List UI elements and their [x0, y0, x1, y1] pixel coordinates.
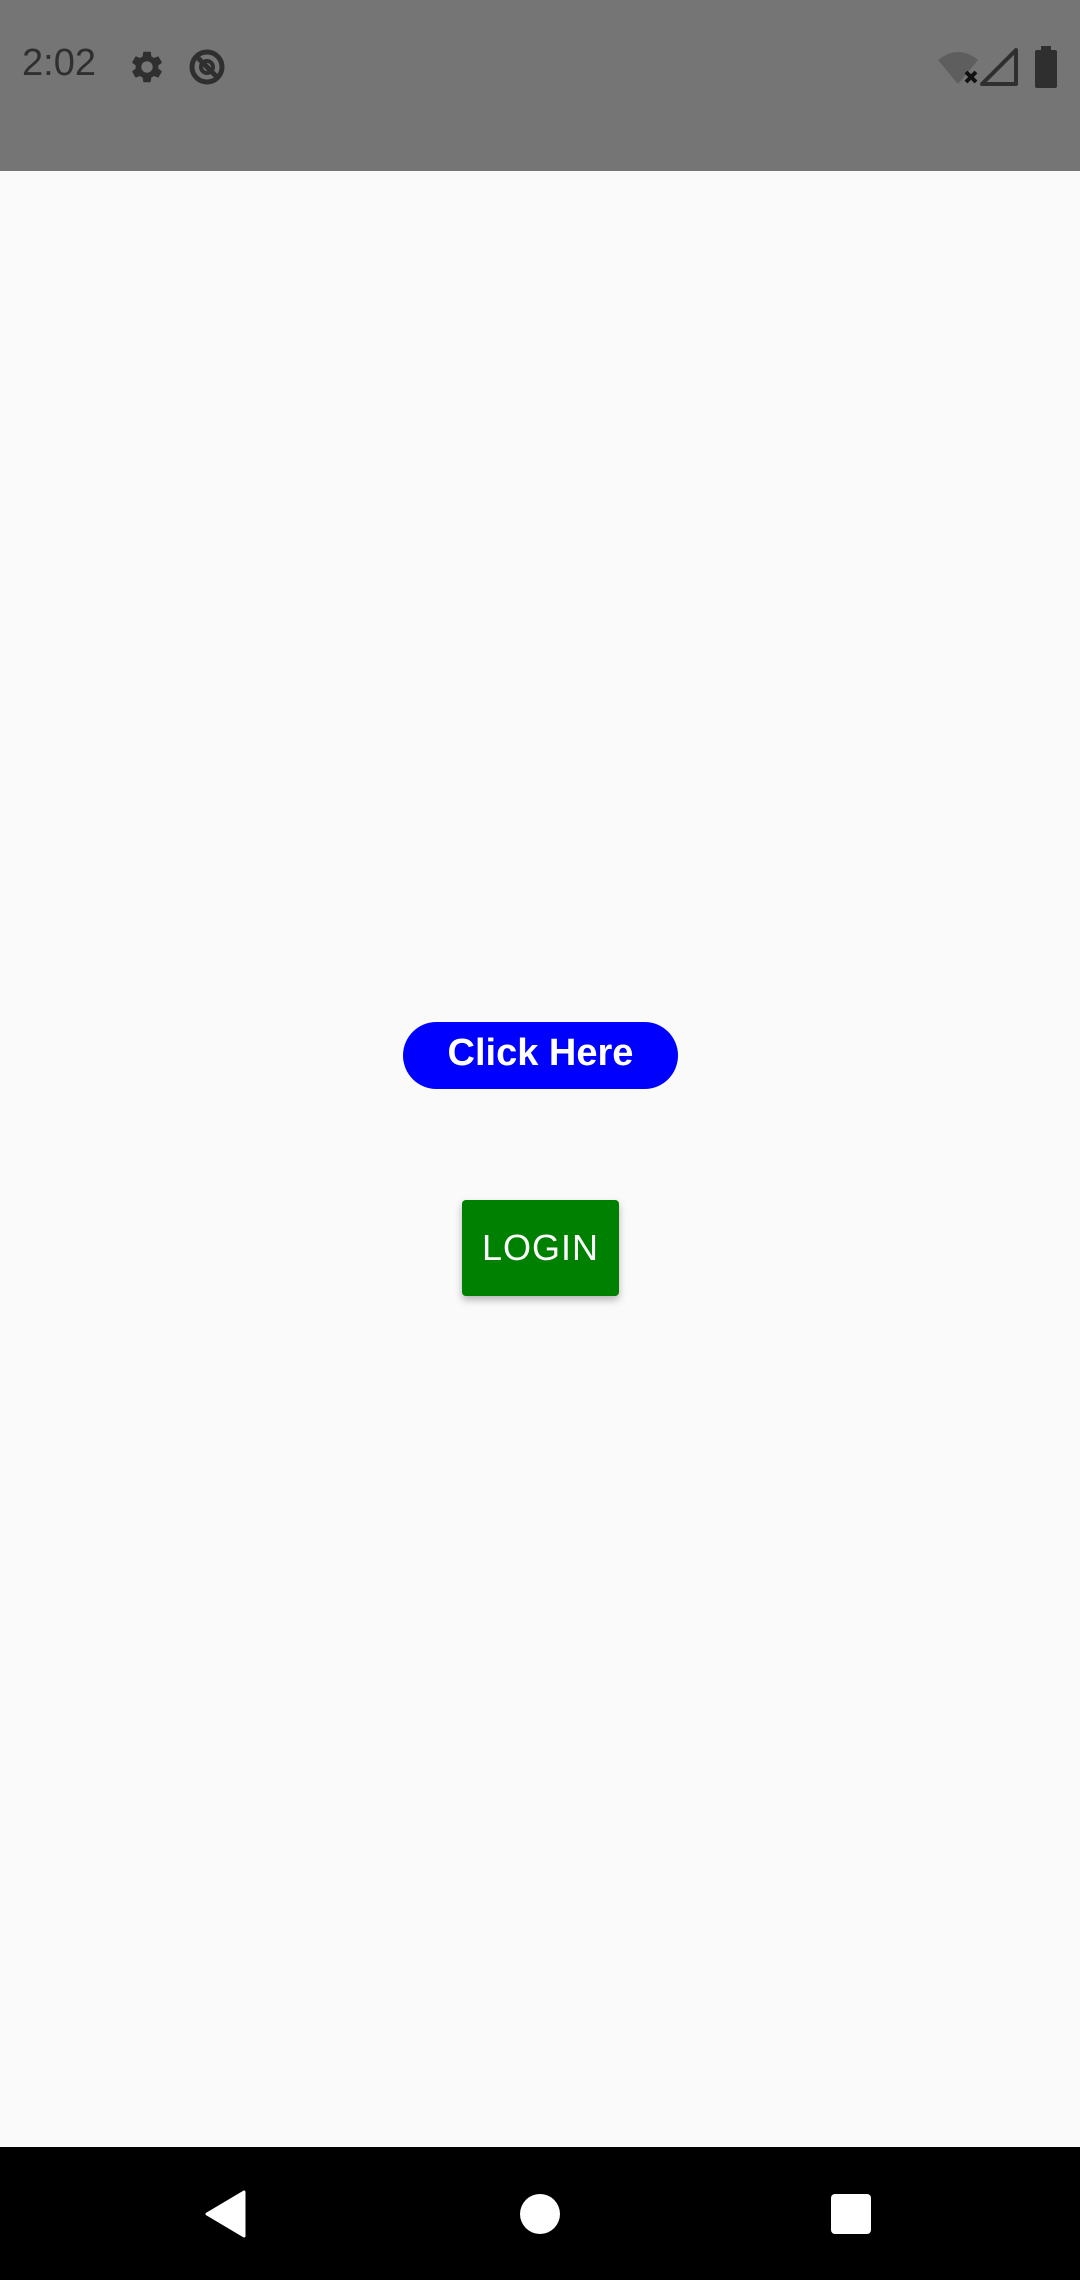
recents-button[interactable]	[781, 2147, 921, 2280]
back-button[interactable]	[156, 2147, 296, 2280]
status-time: 2:02	[22, 42, 96, 84]
click-here-button[interactable]: Click Here	[403, 1022, 678, 1089]
recents-icon	[831, 2193, 871, 2234]
gear-icon	[132, 51, 162, 83]
no-disturb-icon	[189, 49, 225, 85]
home-button[interactable]	[470, 2147, 610, 2280]
cellular-signal-icon	[980, 48, 1018, 86]
home-icon	[520, 2193, 560, 2234]
click-here-label: Click Here	[447, 1032, 634, 1074]
status-bar: 2:02	[0, 0, 1080, 171]
back-icon	[205, 2190, 246, 2237]
navigation-bar	[0, 2147, 1080, 2280]
wifi-off-icon	[938, 52, 978, 84]
battery-icon	[1035, 46, 1057, 88]
login-button[interactable]: LOGIN	[462, 1200, 619, 1296]
main-content	[0, 171, 1080, 2147]
login-label: LOGIN	[481, 1227, 600, 1268]
